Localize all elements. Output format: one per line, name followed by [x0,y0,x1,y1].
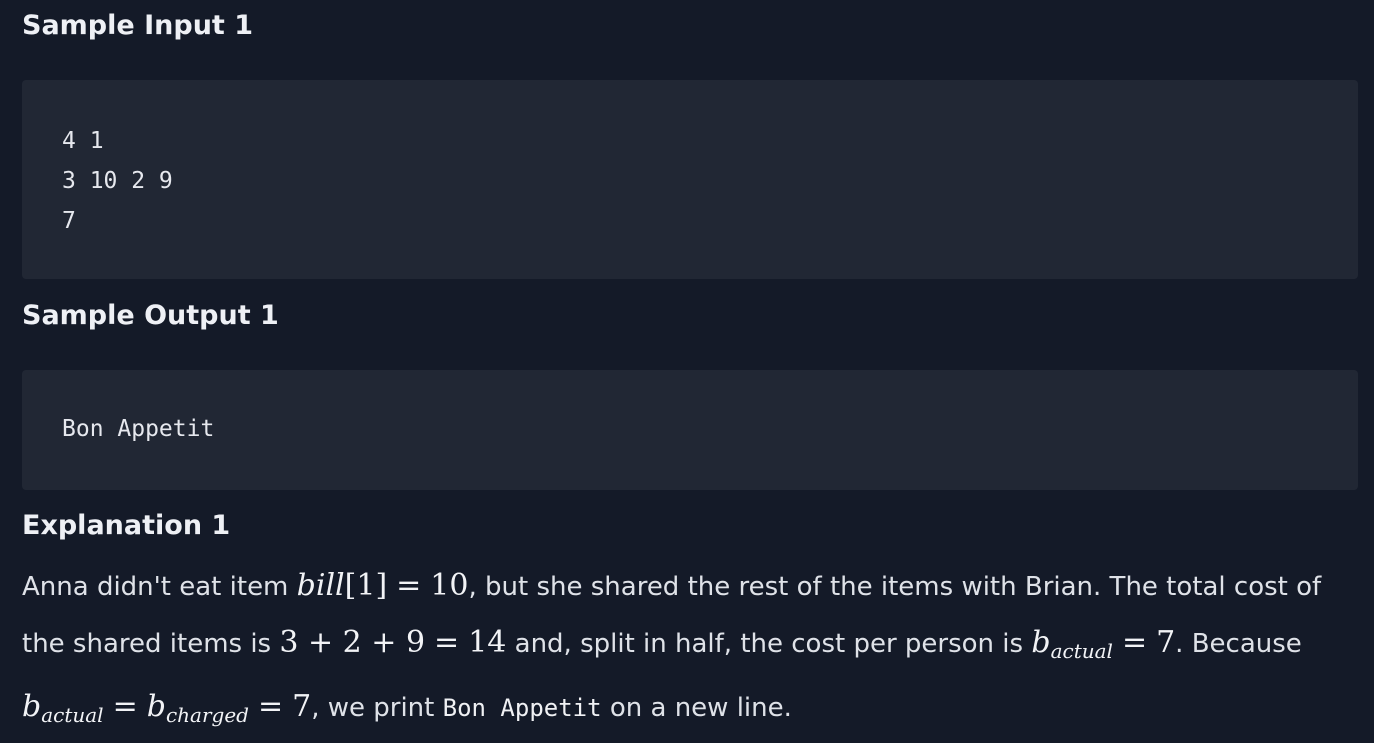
explanation-segment: , we print [311,693,443,723]
explanation-segment: Anna didn't eat item [22,572,297,602]
math-number: 14 [468,625,507,660]
math-variable: b [1031,625,1051,660]
math-number: 7 [292,689,312,724]
sample-input-heading: Sample Input 1 [22,10,254,41]
math-subscript: actual [41,703,104,727]
explanation-text: Anna didn't eat item bill[1] = 10, but she… [22,558,1367,743]
explanation-segment: . Because [1175,629,1302,659]
math-operator: = [1121,625,1148,660]
math-variable: b [146,689,166,724]
explanation-segment: on a new line. [601,693,792,723]
math-bill-expression: bill[1] = 10 [297,568,469,603]
math-index: [1] [344,568,388,603]
sample-output-code-block: Bon Appetit [22,370,1358,490]
sample-input-line: 4 1 [62,128,104,154]
math-variable: b [22,689,42,724]
math-operator: = [112,689,138,724]
math-operator: = [434,625,460,660]
sample-input-line: 3 10 2 9 [62,168,173,194]
math-subscript: actual [1050,639,1113,663]
math-sum: 3 + 2 + 9 [279,625,426,660]
sample-output-heading: Sample Output 1 [22,300,279,331]
math-sum-expression: 3 + 2 + 9 = 14 [279,625,506,660]
math-subscript: charged [165,703,249,727]
sample-input-code-block: 4 1 3 10 2 9 7 [22,80,1358,279]
math-equality-expression: bactual = bcharged = 7 [22,689,312,727]
math-number: 10 [430,568,469,603]
math-operator: = [396,568,422,603]
math-variable: bill [296,568,345,603]
explanation-segment: and, split in half, the cost per person … [506,629,1032,659]
explanation-heading: Explanation 1 [22,510,231,541]
math-operator: = [257,689,284,724]
sample-input-line: 7 [62,208,76,234]
inline-code: Bon Appetit [442,694,602,722]
math-number: 7 [1156,625,1176,660]
math-b-actual-expression: bactual = 7 [1031,625,1176,663]
